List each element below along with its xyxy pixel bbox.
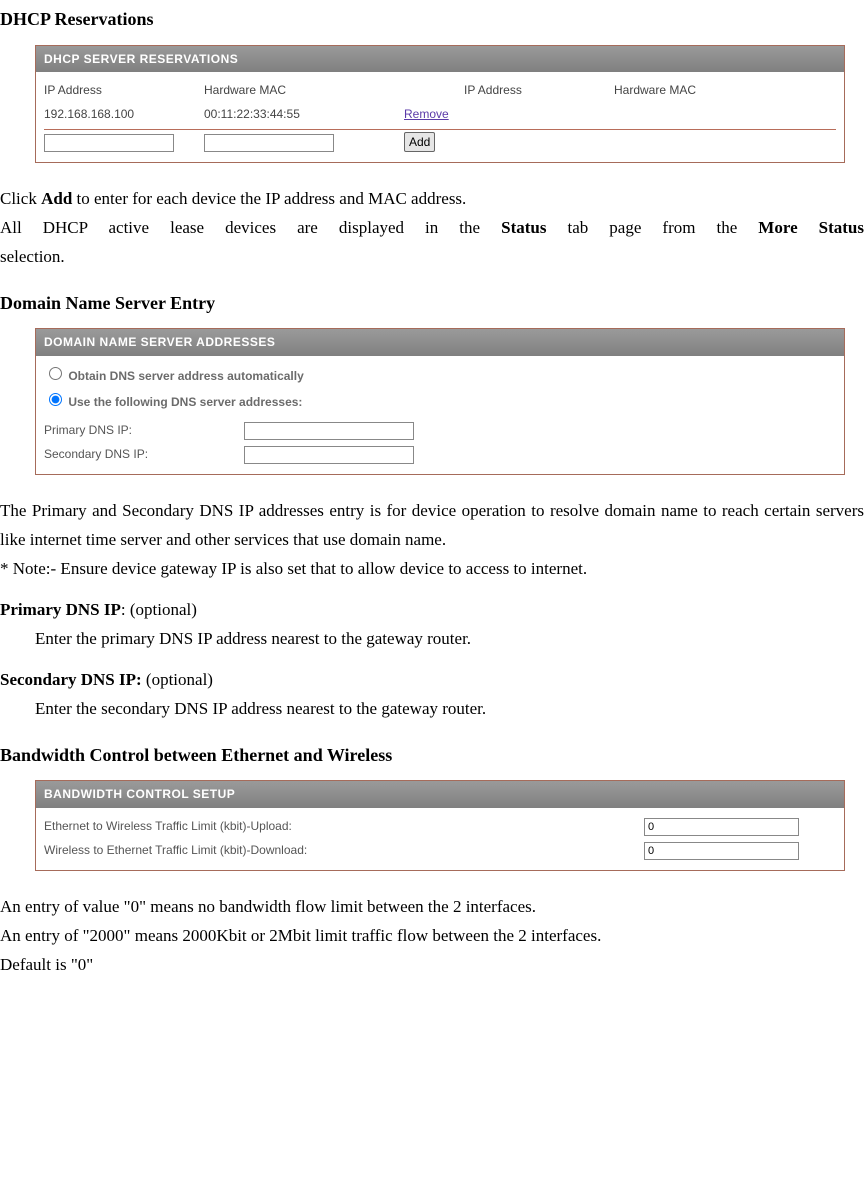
cell-mac: 00:11:22:33:44:55	[204, 102, 404, 129]
remove-link[interactable]: Remove	[404, 107, 449, 121]
paragraph: Default is "0"	[0, 951, 864, 980]
paragraph: An entry of "2000" means 2000Kbit or 2Mb…	[0, 922, 864, 951]
bandwidth-panel: BANDWIDTH CONTROL SETUP Ethernet to Wire…	[35, 780, 845, 871]
paragraph: Secondary DNS IP: (optional)	[0, 666, 864, 695]
col-mac: Hardware MAC	[204, 78, 404, 102]
upload-label: Ethernet to Wireless Traffic Limit (kbit…	[44, 814, 644, 838]
paragraph: selection.	[0, 243, 864, 272]
upload-input[interactable]	[644, 818, 799, 836]
dns-manual-radio[interactable]	[49, 393, 62, 406]
dns-panel: DOMAIN NAME SERVER ADDRESSES Obtain DNS …	[35, 328, 845, 475]
secondary-dns-label: Secondary DNS IP:	[44, 442, 244, 466]
paragraph: Enter the secondary DNS IP address neare…	[35, 695, 864, 724]
download-label: Wireless to Ethernet Traffic Limit (kbit…	[44, 838, 644, 862]
table-header-row: IP Address Hardware MAC IP Address Hardw…	[44, 78, 836, 102]
paragraph: Click Add to enter for each device the I…	[0, 185, 864, 214]
paragraph: Primary DNS IP: (optional)	[0, 596, 864, 625]
dns-auto-label: Obtain DNS server address automatically	[68, 369, 303, 383]
primary-dns-input[interactable]	[244, 422, 414, 440]
dhcp-reservations-panel: DHCP SERVER RESERVATIONS IP Address Hard…	[35, 45, 845, 164]
dns-auto-radio[interactable]	[49, 367, 62, 380]
panel-title: DOMAIN NAME SERVER ADDRESSES	[36, 329, 844, 355]
dns-manual-label: Use the following DNS server addresses:	[68, 395, 302, 409]
heading-dhcp-reservations: DHCP Reservations	[0, 4, 864, 35]
paragraph: The Primary and Secondary DNS IP address…	[0, 497, 864, 555]
paragraph: Enter the primary DNS IP address nearest…	[35, 625, 864, 654]
secondary-dns-input[interactable]	[244, 446, 414, 464]
ip-address-input[interactable]	[44, 134, 174, 152]
paragraph: An entry of value "0" means no bandwidth…	[0, 893, 864, 922]
mac-address-input[interactable]	[204, 134, 334, 152]
primary-dns-label: Primary DNS IP:	[44, 418, 244, 442]
add-button[interactable]: Add	[404, 132, 435, 152]
heading-dns-entry: Domain Name Server Entry	[0, 288, 864, 319]
heading-bandwidth-control: Bandwidth Control between Ethernet and W…	[0, 740, 864, 771]
cell-ip: 192.168.168.100	[44, 102, 204, 129]
paragraph: All DHCP active lease devices are displa…	[0, 214, 864, 243]
dhcp-table: IP Address Hardware MAC IP Address Hardw…	[44, 78, 836, 154]
panel-title: DHCP SERVER RESERVATIONS	[36, 46, 844, 72]
download-input[interactable]	[644, 842, 799, 860]
table-row: 192.168.168.100 00:11:22:33:44:55 Remove	[44, 102, 836, 129]
paragraph: * Note:- Ensure device gateway IP is als…	[0, 555, 864, 584]
col-ip: IP Address	[44, 78, 204, 102]
table-input-row: Add	[44, 129, 836, 154]
panel-title: BANDWIDTH CONTROL SETUP	[36, 781, 844, 807]
col-ip-2: IP Address	[464, 78, 614, 102]
col-mac-2: Hardware MAC	[614, 78, 836, 102]
